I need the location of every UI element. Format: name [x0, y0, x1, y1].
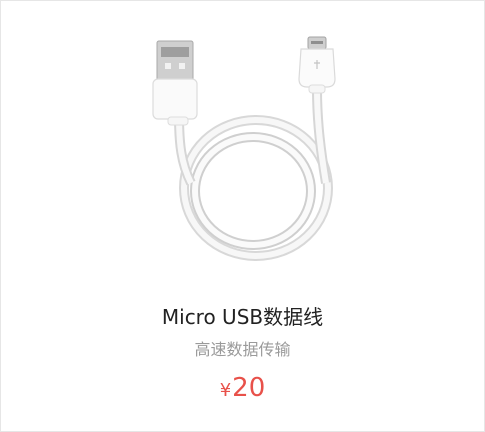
price-value: 20 [232, 373, 266, 403]
currency-symbol: ¥ [219, 380, 232, 401]
micro-usb-cable-icon[interactable] [131, 23, 361, 273]
product-name[interactable]: Micro USB数据线 [1, 303, 484, 331]
product-card[interactable]: Micro USB数据线 高速数据传输 ¥20 [0, 0, 485, 432]
product-subtitle: 高速数据传输 [194, 340, 291, 359]
product-price: ¥20 [1, 370, 484, 409]
